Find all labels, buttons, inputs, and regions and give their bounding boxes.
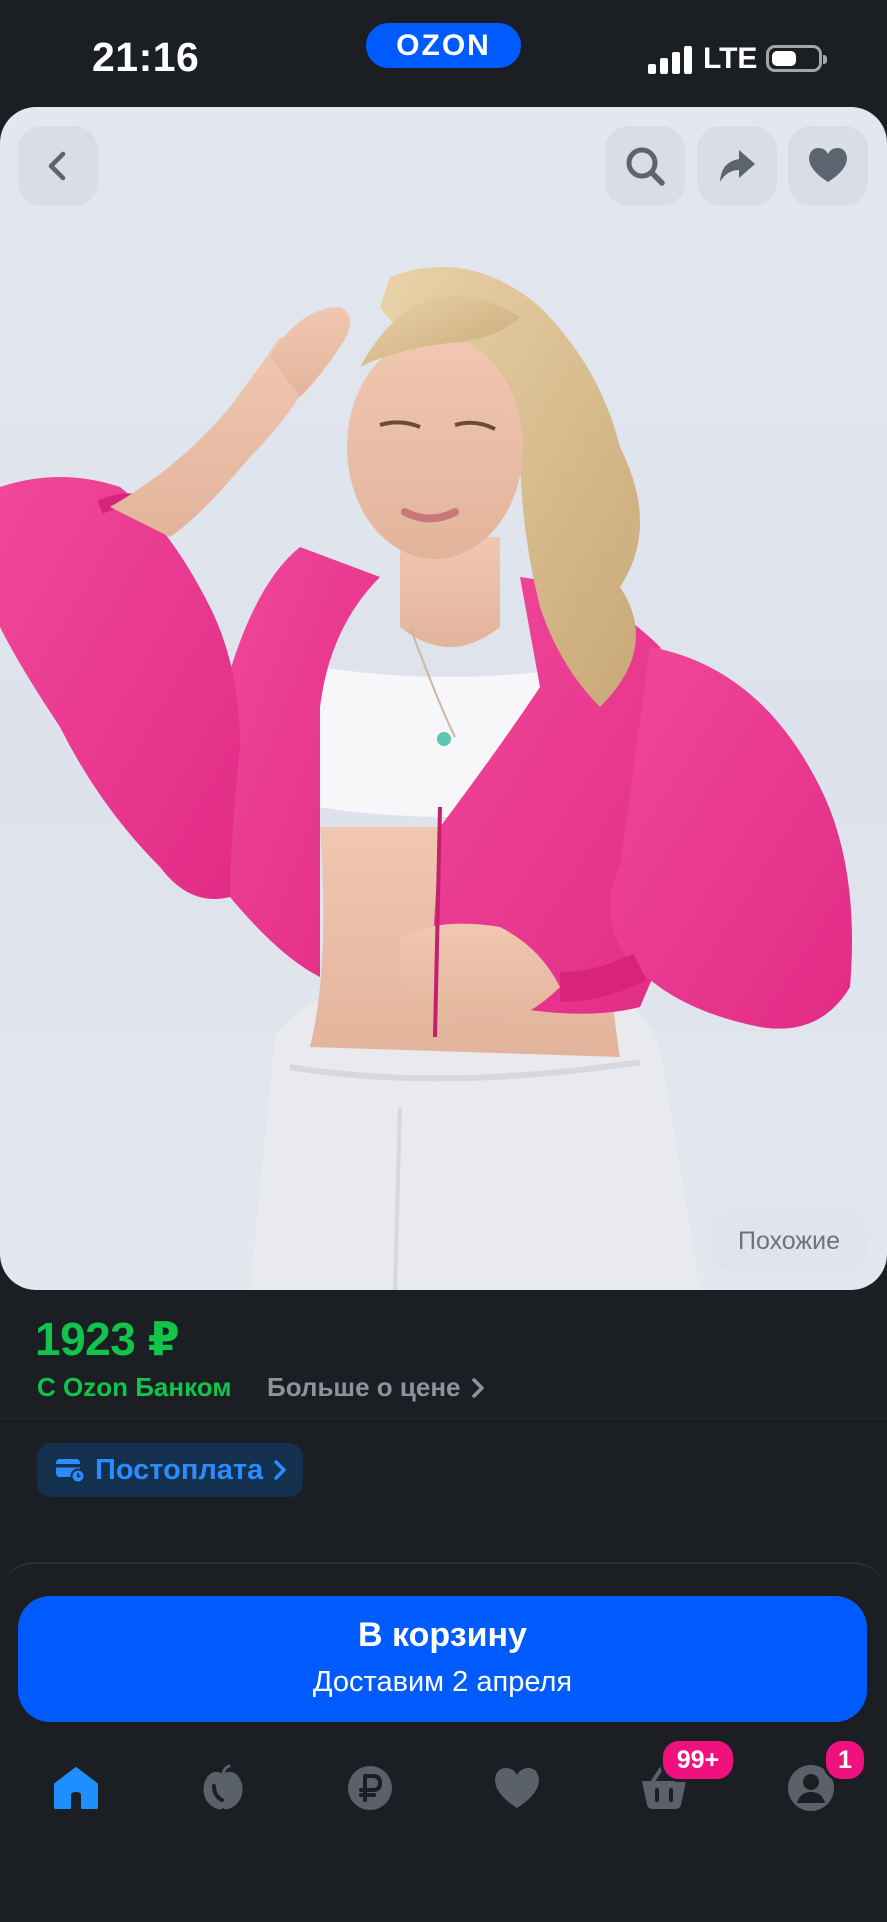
chevron-right-icon <box>471 1377 484 1398</box>
search-icon <box>626 147 665 186</box>
battery-icon <box>766 45 827 72</box>
add-to-cart-label: В корзину <box>358 1616 527 1654</box>
share-button[interactable] <box>697 126 777 206</box>
share-icon <box>720 150 755 182</box>
more-about-price-link[interactable]: Больше о цене <box>267 1372 485 1403</box>
price-card: 1923 ₽ С Ozon Банком Больше о цене Посто… <box>0 1290 887 1542</box>
fresh-icon <box>203 1764 243 1810</box>
signal-icon <box>648 46 692 74</box>
status-bar: 21:16 OZON LTE <box>0 0 887 100</box>
bottom-sheet: В корзину Доставим 2 апреля <box>0 1562 887 1922</box>
ozon-bank-label: С Ozon Банком <box>37 1372 232 1402</box>
cart-badge: 99+ <box>660 1738 736 1782</box>
status-time: 21:16 <box>92 34 200 80</box>
home-icon <box>54 1767 98 1809</box>
chevron-right-icon <box>274 1460 286 1480</box>
tab-home[interactable] <box>46 1760 106 1816</box>
tab-finance[interactable] <box>340 1760 400 1816</box>
more-about-price-label: Больше о цене <box>267 1372 461 1402</box>
tab-favorites[interactable] <box>487 1760 547 1816</box>
product-image[interactable]: Похожие <box>0 107 887 1290</box>
tab-fresh[interactable] <box>193 1760 253 1816</box>
ruble-icon <box>348 1766 392 1810</box>
ozon-logo-text: OZON <box>396 28 491 62</box>
profile-badge: 1 <box>823 1738 867 1782</box>
add-to-cart-button[interactable]: В корзину Доставим 2 апреля <box>18 1596 867 1722</box>
heart-icon <box>809 148 847 182</box>
similar-button[interactable]: Похожие <box>710 1210 868 1272</box>
back-button[interactable] <box>18 126 98 206</box>
chevron-left-icon <box>48 151 66 181</box>
favorites-icon <box>495 1768 539 1808</box>
delivery-date: Доставим 2 апреля <box>312 1666 573 1698</box>
favorite-button[interactable] <box>788 126 868 206</box>
postpay-button[interactable]: Постоплата <box>37 1443 304 1497</box>
search-button[interactable] <box>605 126 685 206</box>
postpay-label: Постоплата <box>95 1453 264 1486</box>
ozon-logo: OZON <box>366 23 521 68</box>
divider <box>0 1418 887 1419</box>
card-clock-icon <box>56 1459 85 1483</box>
product-photo <box>0 267 852 1290</box>
product-price: 1923 ₽ <box>35 1313 180 1365</box>
network-type: LTE <box>703 42 758 75</box>
